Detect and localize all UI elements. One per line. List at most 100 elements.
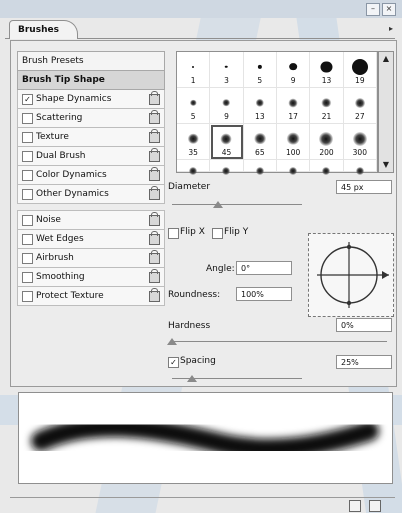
setting-item[interactable]: Scattering: [17, 109, 165, 128]
setting-item[interactable]: Dual Brush: [17, 147, 165, 166]
brush-preset[interactable]: 65: [243, 124, 277, 160]
lock-icon[interactable]: [149, 231, 160, 245]
angle-roundness-diagram[interactable]: [309, 234, 393, 316]
brush-preset[interactable]: 5: [177, 88, 211, 124]
checkbox-icon[interactable]: [22, 151, 33, 162]
panel-menu-arrow-icon[interactable]: ▸: [389, 24, 393, 33]
new-brush-icon[interactable]: [349, 500, 361, 512]
brush-preset[interactable]: 9: [276, 52, 311, 88]
checkbox-icon[interactable]: [22, 291, 33, 302]
brush-preset[interactable]: 5: [243, 52, 277, 88]
brush-preset[interactable]: [276, 160, 311, 175]
brush-preset[interactable]: 45: [210, 124, 244, 160]
setting-item[interactable]: Noise: [17, 211, 165, 230]
brush-size-label: 300: [352, 148, 367, 157]
setting-item[interactable]: Color Dynamics: [17, 166, 165, 185]
setting-item-label: Protect Texture: [36, 291, 104, 301]
checkbox-icon[interactable]: [22, 253, 33, 264]
brush-tip-icon: [322, 167, 331, 175]
checkbox-icon[interactable]: [22, 272, 33, 283]
setting-item[interactable]: Protect Texture: [17, 287, 165, 306]
checkbox-checked-icon[interactable]: ✓: [22, 94, 33, 105]
checkbox-icon[interactable]: [22, 170, 33, 181]
brush-preset[interactable]: [177, 160, 211, 175]
lock-icon[interactable]: [149, 250, 160, 264]
brush-preset[interactable]: 3: [210, 52, 244, 88]
checkbox-icon[interactable]: [22, 215, 33, 226]
brush-preset[interactable]: 21: [310, 88, 344, 124]
brush-preset[interactable]: 19: [343, 52, 377, 88]
brush-tip-icon: [319, 131, 334, 146]
flip-x-checkbox[interactable]: [168, 228, 179, 239]
angle-field[interactable]: 0°: [236, 261, 292, 275]
diameter-field[interactable]: 45 px: [336, 180, 392, 194]
setting-item[interactable]: ✓ Shape Dynamics: [17, 90, 165, 109]
setting-item-label: Noise: [36, 215, 61, 225]
brush-size-label: 200: [319, 148, 334, 157]
brush-size-label: 19: [355, 76, 365, 85]
minimize-button[interactable]: –: [366, 3, 380, 16]
brush-preset[interactable]: [210, 160, 244, 175]
brush-tip-icon: [189, 99, 197, 106]
brush-tip-shape-item[interactable]: Brush Tip Shape: [17, 71, 165, 90]
diameter-slider[interactable]: [172, 204, 302, 205]
brush-preset[interactable]: [243, 160, 277, 175]
brush-size-label: 3: [224, 76, 229, 85]
lock-icon[interactable]: [149, 129, 160, 143]
brush-preset[interactable]: 100: [276, 124, 311, 160]
checkbox-icon[interactable]: [22, 189, 33, 200]
lock-icon[interactable]: [149, 212, 160, 226]
brush-preset[interactable]: 17: [276, 88, 311, 124]
brush-size-label: 9: [290, 76, 296, 85]
brush-preset[interactable]: 300: [343, 124, 377, 160]
checkbox-icon[interactable]: [22, 234, 33, 245]
flip-y-checkbox[interactable]: [212, 228, 223, 239]
lock-icon[interactable]: [149, 167, 160, 181]
brush-tip-icon: [220, 133, 232, 145]
brush-tip-icon: [288, 98, 298, 108]
brush-tip-icon: [289, 62, 297, 71]
close-button[interactable]: ×: [382, 3, 396, 16]
angle-roundness-widget[interactable]: [308, 233, 394, 317]
lock-icon[interactable]: [149, 91, 160, 105]
scroll-up-icon[interactable]: ▲: [379, 52, 393, 66]
hardness-slider-thumb[interactable]: [167, 338, 177, 345]
hardness-field[interactable]: 0%: [336, 318, 392, 332]
setting-item[interactable]: Smoothing: [17, 268, 165, 287]
brush-preset[interactable]: 9: [210, 88, 244, 124]
checkbox-icon[interactable]: [22, 113, 33, 124]
lock-icon[interactable]: [149, 288, 160, 302]
lock-icon[interactable]: [149, 269, 160, 283]
lock-icon[interactable]: [149, 148, 160, 162]
lock-icon[interactable]: [149, 186, 160, 200]
brush-preset[interactable]: 200: [310, 124, 344, 160]
brush-preset[interactable]: 13: [310, 52, 344, 88]
trash-icon[interactable]: [369, 500, 381, 512]
brush-preset[interactable]: 1: [177, 52, 211, 88]
roundness-field[interactable]: 100%: [236, 287, 292, 301]
brush-tip-icon: [355, 167, 364, 175]
brush-tip-settings: 1 3 5 9 13 19 5 9 13 17 21 27 35 45 65 100 200 300 ▲ ▼ Di…: [166, 51, 394, 386]
setting-item-label: Other Dynamics: [36, 189, 109, 199]
brush-preset[interactable]: [343, 160, 377, 175]
setting-item[interactable]: Texture: [17, 128, 165, 147]
brush-preset[interactable]: 13: [243, 88, 277, 124]
preset-scrollbar[interactable]: ▲ ▼: [378, 51, 394, 173]
setting-item[interactable]: Wet Edges: [17, 230, 165, 249]
setting-item[interactable]: Other Dynamics: [17, 185, 165, 204]
diameter-slider-thumb[interactable]: [212, 201, 223, 208]
scroll-down-icon[interactable]: ▼: [379, 158, 393, 172]
window-titlebar: – ×: [0, 0, 402, 18]
brush-preset[interactable]: 27: [343, 88, 377, 124]
brush-preset[interactable]: [310, 160, 344, 175]
brush-preset[interactable]: 35: [177, 124, 211, 160]
spacing-slider-thumb[interactable]: [186, 375, 197, 382]
checkbox-icon[interactable]: [22, 132, 33, 143]
lock-icon[interactable]: [149, 110, 160, 124]
hardness-slider[interactable]: [172, 341, 387, 342]
setting-item[interactable]: Airbrush: [17, 249, 165, 268]
tab-brushes[interactable]: Brushes: [9, 20, 78, 39]
spacing-checkbox[interactable]: ✓: [168, 357, 179, 368]
brush-presets-item[interactable]: Brush Presets: [17, 51, 165, 71]
spacing-field[interactable]: 25%: [336, 355, 392, 369]
